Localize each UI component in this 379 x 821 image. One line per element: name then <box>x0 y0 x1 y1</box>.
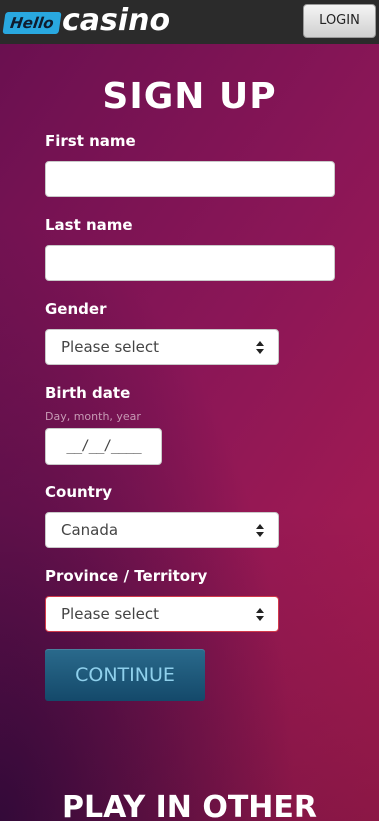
gender-select[interactable]: Please select <box>45 329 279 365</box>
select-arrows-icon <box>256 524 264 537</box>
gender-label: Gender <box>45 300 107 318</box>
country-select-value: Canada <box>61 521 119 539</box>
continue-button[interactable]: CONTINUE <box>45 649 205 701</box>
province-select-value: Please select <box>61 605 160 623</box>
first-name-label: First name <box>45 132 136 150</box>
last-name-field[interactable] <box>45 245 335 281</box>
province-label: Province / Territory <box>45 567 208 585</box>
birth-date-field[interactable]: __/__/____ <box>45 428 162 465</box>
country-select[interactable]: Canada <box>45 512 279 548</box>
gender-select-value: Please select <box>61 338 160 356</box>
login-button[interactable]: LOGIN <box>303 4 376 38</box>
page-title: SIGN UP <box>102 76 277 117</box>
play-in-other-heading: PLAY IN OTHER <box>62 790 317 821</box>
province-select[interactable]: Please select <box>45 596 279 632</box>
select-arrows-icon <box>256 608 264 621</box>
signup-section: SIGN UP First name Last name Gender Plea… <box>0 44 379 821</box>
birth-date-hint: Day, month, year <box>45 410 141 423</box>
hello-casino-logo[interactable]: Hello casino <box>2 3 174 38</box>
top-bar: Hello casino LOGIN <box>0 0 379 44</box>
last-name-label: Last name <box>45 216 133 234</box>
birth-date-label: Birth date <box>45 384 131 402</box>
first-name-field[interactable] <box>45 161 335 197</box>
country-label: Country <box>45 483 113 501</box>
logo-badge: Hello <box>2 12 62 34</box>
select-arrows-icon <box>256 341 264 354</box>
logo-text: casino <box>62 3 171 38</box>
